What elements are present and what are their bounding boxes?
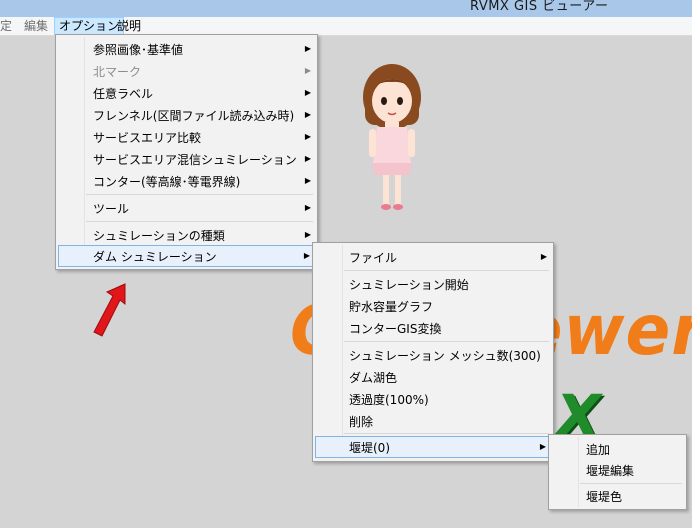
menu-item-label: 堰堤(0): [349, 441, 390, 455]
menu-item-label: 透過度(100%): [349, 393, 429, 407]
submenu-arrow-icon: ▶: [304, 230, 311, 239]
menu-item-label: 堰堤編集: [586, 464, 635, 478]
menu-item-label: ダム シュミレーション: [93, 250, 217, 264]
menu-item-label: ツール: [93, 202, 130, 216]
submenu-arrow-icon: ▶: [304, 66, 311, 75]
menu-separator: [86, 194, 313, 195]
menu-item-label: コンターGIS変換: [349, 322, 442, 336]
menu-item-label: フレンネル(区間ファイル読み込み時): [93, 109, 295, 123]
menu-item-label: 任意ラベル: [93, 87, 154, 101]
menu-item-label: シュミレーションの種類: [93, 229, 225, 243]
menu-item-north-mark[interactable]: 北マーク ▶: [58, 60, 315, 82]
submenu-arrow-icon: ▶: [540, 252, 547, 261]
red-arrow-icon: [93, 283, 126, 337]
submenu-arrow-icon: ▶: [304, 44, 311, 53]
menu-item-tools[interactable]: ツール ▶: [58, 197, 315, 219]
menu-separator: [86, 221, 313, 222]
submenu-arrow-icon: ▶: [304, 132, 311, 141]
menu-item-label: ダム湖色: [349, 371, 398, 385]
menu-item-label: サービスエリア比較: [93, 131, 202, 145]
menu-item-contour[interactable]: コンター(等高線･等電界線) ▶: [58, 170, 315, 192]
submenu-arrow-icon: ▶: [304, 110, 311, 119]
menu-item-levee[interactable]: 堰堤(0) ▶: [315, 436, 551, 458]
submenu-arrow-icon: ▶: [304, 203, 311, 212]
menu-item-label: 堰堤色: [586, 490, 623, 504]
menu-item-label: シュミレーション開始: [349, 278, 469, 292]
menu-separator: [344, 433, 549, 434]
menu-item-label: シュミレーション メッシュ数(300): [349, 349, 541, 363]
submenu-arrow-icon: ▶: [304, 154, 311, 163]
menu-item-custom-label[interactable]: 任意ラベル ▶: [58, 82, 315, 104]
menu-item-levee-color[interactable]: 堰堤色: [551, 485, 684, 507]
menu-item-storage-graph[interactable]: 貯水容量グラフ: [315, 295, 551, 317]
menu-item-add-levee[interactable]: 追加: [551, 438, 684, 460]
window-title: RVMX GIS ビューアー: [470, 0, 609, 14]
menu-help[interactable]: 説明: [113, 17, 145, 35]
menu-item-file[interactable]: ファイル ▶: [315, 246, 551, 268]
title-bar: RVMX GIS ビューアー: [0, 0, 692, 17]
mascot-girl-icon: [363, 64, 421, 210]
menu-item-mesh-count[interactable]: シュミレーション メッシュ数(300): [315, 344, 551, 366]
menu-item-service-area-compare[interactable]: サービスエリア比較 ▶: [58, 126, 315, 148]
menu-item-simulation-type[interactable]: シュミレーションの種類 ▶: [58, 224, 315, 246]
submenu-arrow-icon: ▶: [304, 176, 311, 185]
levee-menu: 追加 堰堤編集 堰堤色: [548, 434, 687, 510]
menu-item-lake-color[interactable]: ダム湖色: [315, 366, 551, 388]
menu-separator: [344, 341, 549, 342]
options-menu: 参照画像･基準値 ▶ 北マーク ▶ 任意ラベル ▶ フレンネル(区間ファイル読み込み時…: [55, 34, 318, 270]
menu-item-interference-sim[interactable]: サービスエリア混信シュミレーション ▶: [58, 148, 315, 170]
menu-item-transparency[interactable]: 透過度(100%): [315, 388, 551, 410]
menu-item-label: 追加: [586, 443, 611, 457]
menu-separator: [344, 270, 549, 271]
menu-item-label: 貯水容量グラフ: [349, 300, 434, 314]
menu-item-label: 北マーク: [93, 65, 142, 79]
submenu-arrow-icon: ▶: [304, 88, 311, 97]
menu-item-reference-image[interactable]: 参照画像･基準値 ▶: [58, 38, 315, 60]
menu-item-label: 参照画像･基準値: [93, 43, 184, 57]
menu-item-delete[interactable]: 削除: [315, 410, 551, 432]
menu-item-label: サービスエリア混信シュミレーション: [93, 153, 297, 167]
menu-edit[interactable]: 編集: [20, 17, 52, 35]
submenu-arrow-icon: ▶: [303, 251, 310, 260]
submenu-arrow-icon: ▶: [539, 442, 546, 451]
menu-item-label: 削除: [349, 415, 374, 429]
dam-simulation-menu: ファイル ▶ シュミレーション開始 貯水容量グラフ コンターGIS変換 シュミレー…: [312, 242, 554, 462]
menu-item-start-simulation[interactable]: シュミレーション開始: [315, 273, 551, 295]
menu-item-label: ファイル: [349, 251, 398, 265]
menu-separator: [580, 483, 682, 484]
menu-item-label: コンター(等高線･等電界線): [93, 175, 241, 189]
menu-item-fresnel[interactable]: フレンネル(区間ファイル読み込み時) ▶: [58, 104, 315, 126]
menu-item-contour-gis-convert[interactable]: コンターGIS変換: [315, 317, 551, 339]
menu-settings[interactable]: 定: [0, 17, 16, 35]
menu-item-edit-levee[interactable]: 堰堤編集: [551, 459, 684, 481]
menu-item-dam-simulation[interactable]: ダム シュミレーション ▶: [58, 245, 315, 267]
